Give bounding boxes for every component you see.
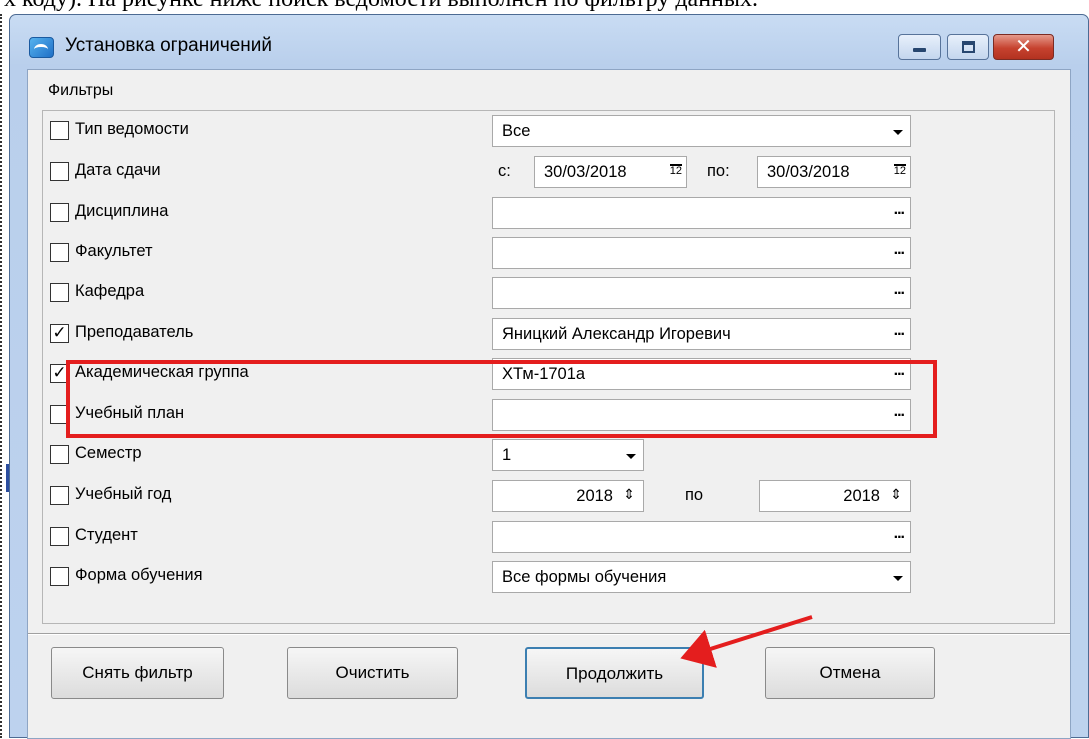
annotation-arrow	[680, 615, 813, 668]
pointer-arrow-icon	[680, 615, 813, 668]
